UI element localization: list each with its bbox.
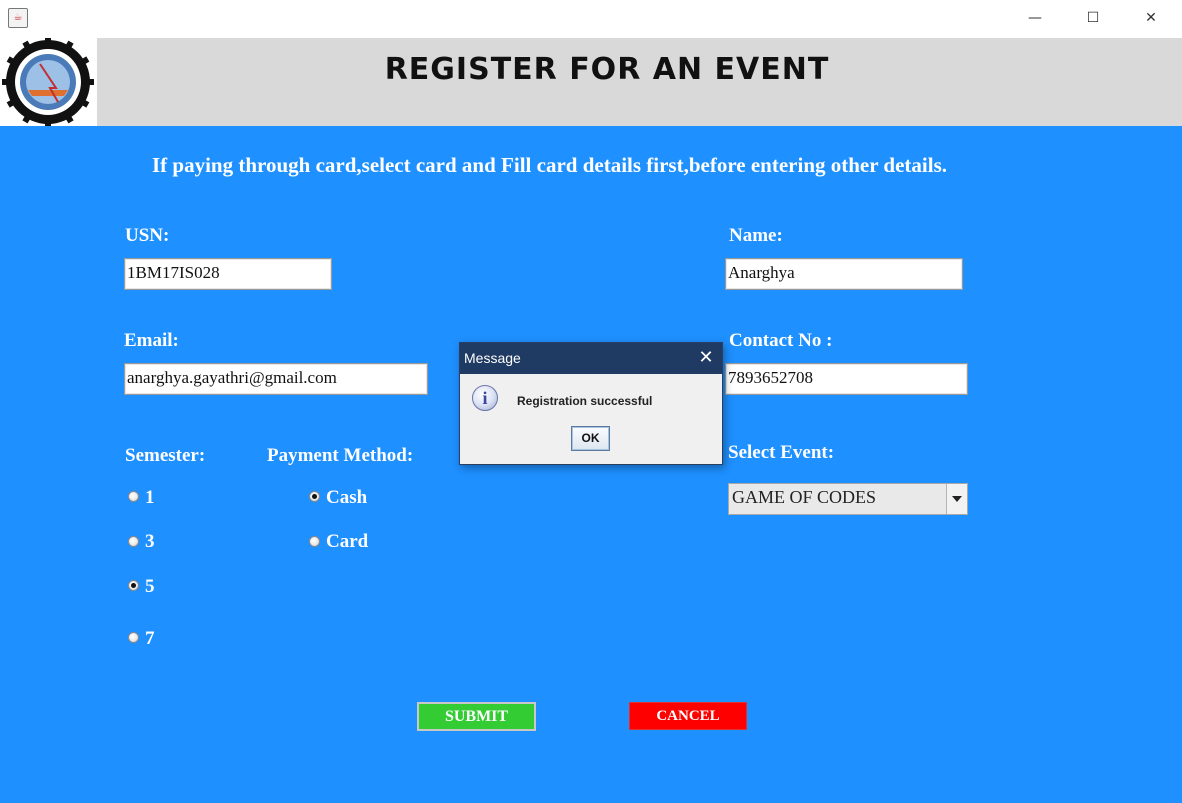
instruction-text: If paying through card,select card and F… (152, 153, 948, 177)
cancel-button[interactable]: CANCEL (629, 702, 747, 730)
window-titlebar (0, 0, 1182, 38)
name-field[interactable]: Anarghya (725, 258, 963, 290)
payment-cash-radio[interactable] (309, 491, 320, 502)
info-icon: i (472, 385, 498, 411)
semester-7-radio[interactable] (128, 632, 139, 643)
semester-label: Semester: (125, 445, 206, 466)
submit-button[interactable]: SUBMIT (417, 702, 536, 731)
semester-3-radio[interactable] (128, 536, 139, 547)
college-logo-icon (0, 36, 97, 128)
email-field[interactable]: anarghya.gayathri@gmail.com (124, 363, 428, 395)
dialog-title: Message (464, 350, 521, 366)
select-event-label: Select Event: (728, 442, 835, 463)
chevron-down-icon[interactable] (946, 484, 967, 514)
semester-1-radio[interactable] (128, 491, 139, 502)
usn-field[interactable]: 1BM17IS028 (124, 258, 332, 290)
payment-method-label: Payment Method: (267, 445, 414, 466)
payment-card-radio[interactable] (309, 536, 320, 547)
event-select[interactable]: GAME OF CODES (728, 483, 968, 515)
message-dialog: Message ✕ i Registration successful OK (459, 342, 723, 465)
contact-field[interactable]: 7893652708 (725, 363, 968, 395)
semester-1-label: 1 (145, 487, 155, 508)
event-select-value: GAME OF CODES (732, 487, 877, 507)
dialog-titlebar: Message ✕ (460, 343, 722, 374)
dialog-close-button[interactable]: ✕ (696, 347, 716, 369)
page-title: REGISTER FOR AN EVENT (384, 52, 830, 87)
close-window-button[interactable]: ✕ (1122, 0, 1180, 36)
dialog-message: Registration successful (517, 394, 653, 408)
minimize-button[interactable]: — (1006, 0, 1064, 36)
java-icon: ☕ (8, 8, 28, 28)
usn-label: USN: (125, 225, 170, 246)
payment-card-label: Card (326, 531, 369, 552)
contact-label: Contact No : (729, 330, 833, 351)
ok-button[interactable]: OK (571, 426, 610, 451)
semester-3-label: 3 (145, 531, 155, 552)
semester-5-label: 5 (145, 576, 155, 597)
payment-cash-label: Cash (326, 487, 368, 508)
semester-5-radio[interactable] (128, 580, 139, 591)
name-label: Name: (729, 225, 783, 246)
email-label: Email: (124, 330, 179, 351)
maximize-button[interactable]: ☐ (1064, 0, 1122, 36)
semester-7-label: 7 (145, 628, 155, 649)
